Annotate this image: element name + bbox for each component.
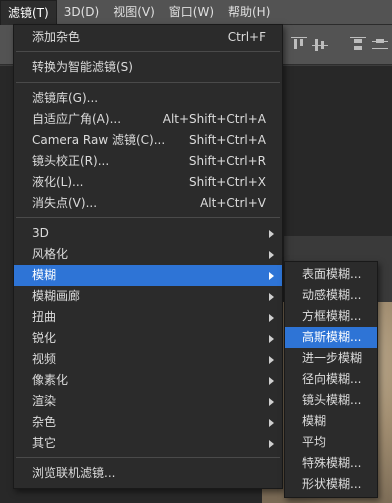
menu-item-label: 风格化 <box>32 247 69 261</box>
menu-item-label: 液化(L)... <box>32 175 84 189</box>
submenu-item-motion-blur[interactable]: 动感模糊... <box>285 285 377 306</box>
submenu-arrow-icon <box>269 230 274 238</box>
submenu-arrow-icon <box>269 377 274 385</box>
menu-item-label: 添加杂色 <box>32 30 81 44</box>
menu-item-label: 锐化 <box>32 331 57 345</box>
menu-filter[interactable]: 滤镜(T) <box>0 0 57 25</box>
menu-item-shortcut: Ctrl+F <box>227 30 266 44</box>
menu-item-render[interactable]: 渲染 <box>14 391 282 412</box>
menu-item-blur[interactable]: 模糊 <box>14 265 282 286</box>
submenu-arrow-icon <box>269 440 274 448</box>
menu-help[interactable]: 帮助(H) <box>221 0 277 25</box>
menu-item-pixelate[interactable]: 像素化 <box>14 370 282 391</box>
menu-3d[interactable]: 3D(D) <box>57 0 106 25</box>
menu-item-shortcut: Alt+Shift+Ctrl+A <box>162 112 266 126</box>
menu-item-shortcut: Shift+Ctrl+X <box>189 175 266 189</box>
submenu-arrow-icon <box>269 251 274 259</box>
submenu-item-blur[interactable]: 模糊 <box>285 411 377 432</box>
menu-item-label: 滤镜库(G)... <box>32 91 99 105</box>
menu-item-label: 像素化 <box>32 373 69 387</box>
submenu-arrow-icon <box>269 356 274 364</box>
submenu-arrow-icon <box>269 272 274 280</box>
menu-item-stylize[interactable]: 风格化 <box>14 244 282 265</box>
submenu-item-shape-blur[interactable]: 形状模糊... <box>285 474 377 495</box>
submenu-arrow-icon <box>269 419 274 427</box>
submenu-item-average[interactable]: 平均 <box>285 432 377 453</box>
menu-item-label: 消失点(V)... <box>32 196 98 210</box>
blur-submenu: 表面模糊... 动感模糊... 方框模糊... 高斯模糊... 进一步模糊 径向… <box>284 261 378 498</box>
submenu-item-blur-more[interactable]: 进一步模糊 <box>285 348 377 369</box>
menu-item-lens-correction[interactable]: 镜头校正(R)... Shift+Ctrl+R <box>14 151 282 172</box>
menu-item-label: 浏览联机滤镜... <box>32 466 116 480</box>
menu-item-label: 自适应广角(A)... <box>32 112 122 126</box>
distribute-vcenter-icon[interactable] <box>372 37 388 53</box>
menu-item-shortcut: Shift+Ctrl+A <box>189 133 266 147</box>
menu-item-camera-raw[interactable]: Camera Raw 滤镜(C)... Shift+Ctrl+A <box>14 130 282 151</box>
menu-item-3d[interactable]: 3D <box>14 223 282 244</box>
menu-view[interactable]: 视图(V) <box>106 0 162 25</box>
menu-separator <box>16 51 280 52</box>
menu-item-add-noise[interactable]: 添加杂色 Ctrl+F <box>14 27 282 48</box>
menu-item-shortcut: Alt+Ctrl+V <box>200 196 266 210</box>
menu-item-label: 视频 <box>32 352 57 366</box>
menu-item-label: 模糊 <box>32 268 57 282</box>
menu-item-label: 扭曲 <box>32 310 57 324</box>
menu-item-other[interactable]: 其它 <box>14 433 282 454</box>
menu-item-noise[interactable]: 杂色 <box>14 412 282 433</box>
menubar: 滤镜(T) 3D(D) 视图(V) 窗口(W) 帮助(H) <box>0 0 392 25</box>
filter-menu: 添加杂色 Ctrl+F 转换为智能滤镜(S) 滤镜库(G)... 自适应广角(A… <box>13 24 283 489</box>
menu-window[interactable]: 窗口(W) <box>162 0 221 25</box>
menu-separator <box>16 82 280 83</box>
menu-item-browse-online-filters[interactable]: 浏览联机滤镜... <box>14 463 282 484</box>
menu-item-label: 杂色 <box>32 415 57 429</box>
menu-item-liquify[interactable]: 液化(L)... Shift+Ctrl+X <box>14 172 282 193</box>
submenu-item-lens-blur[interactable]: 镜头模糊... <box>285 390 377 411</box>
menu-item-label: Camera Raw 滤镜(C)... <box>32 133 166 147</box>
menu-item-label: 模糊画廊 <box>32 289 81 303</box>
submenu-item-surface-blur[interactable]: 表面模糊... <box>285 264 377 285</box>
menu-item-vanishing-point[interactable]: 消失点(V)... Alt+Ctrl+V <box>14 193 282 214</box>
submenu-item-smart-blur[interactable]: 特殊模糊... <box>285 453 377 474</box>
submenu-arrow-icon <box>269 335 274 343</box>
submenu-arrow-icon <box>269 398 274 406</box>
menu-item-video[interactable]: 视频 <box>14 349 282 370</box>
submenu-item-box-blur[interactable]: 方框模糊... <box>285 306 377 327</box>
menu-item-blur-gallery[interactable]: 模糊画廊 <box>14 286 282 307</box>
menu-separator <box>16 457 280 458</box>
menu-item-label: 镜头校正(R)... <box>32 154 110 168</box>
menu-item-label: 转换为智能滤镜(S) <box>32 60 133 74</box>
submenu-item-radial-blur[interactable]: 径向模糊... <box>285 369 377 390</box>
align-vcenter-icon[interactable] <box>312 37 328 53</box>
submenu-arrow-icon <box>269 293 274 301</box>
menu-item-label: 3D <box>32 226 49 240</box>
menu-item-adaptive-wide-angle[interactable]: 自适应广角(A)... Alt+Shift+Ctrl+A <box>14 109 282 130</box>
menu-item-distort[interactable]: 扭曲 <box>14 307 282 328</box>
menu-item-filter-gallery[interactable]: 滤镜库(G)... <box>14 88 282 109</box>
submenu-arrow-icon <box>269 314 274 322</box>
distribute-top-icon[interactable] <box>350 37 366 53</box>
menu-item-label: 渲染 <box>32 394 57 408</box>
menu-item-sharpen[interactable]: 锐化 <box>14 328 282 349</box>
align-top-icon[interactable] <box>291 37 307 53</box>
menu-item-label: 其它 <box>32 436 57 450</box>
menu-separator <box>16 217 280 218</box>
menu-item-shortcut: Shift+Ctrl+R <box>188 154 266 168</box>
menu-item-convert-smart-filter[interactable]: 转换为智能滤镜(S) <box>14 57 282 78</box>
submenu-item-gaussian-blur[interactable]: 高斯模糊... <box>285 327 377 348</box>
